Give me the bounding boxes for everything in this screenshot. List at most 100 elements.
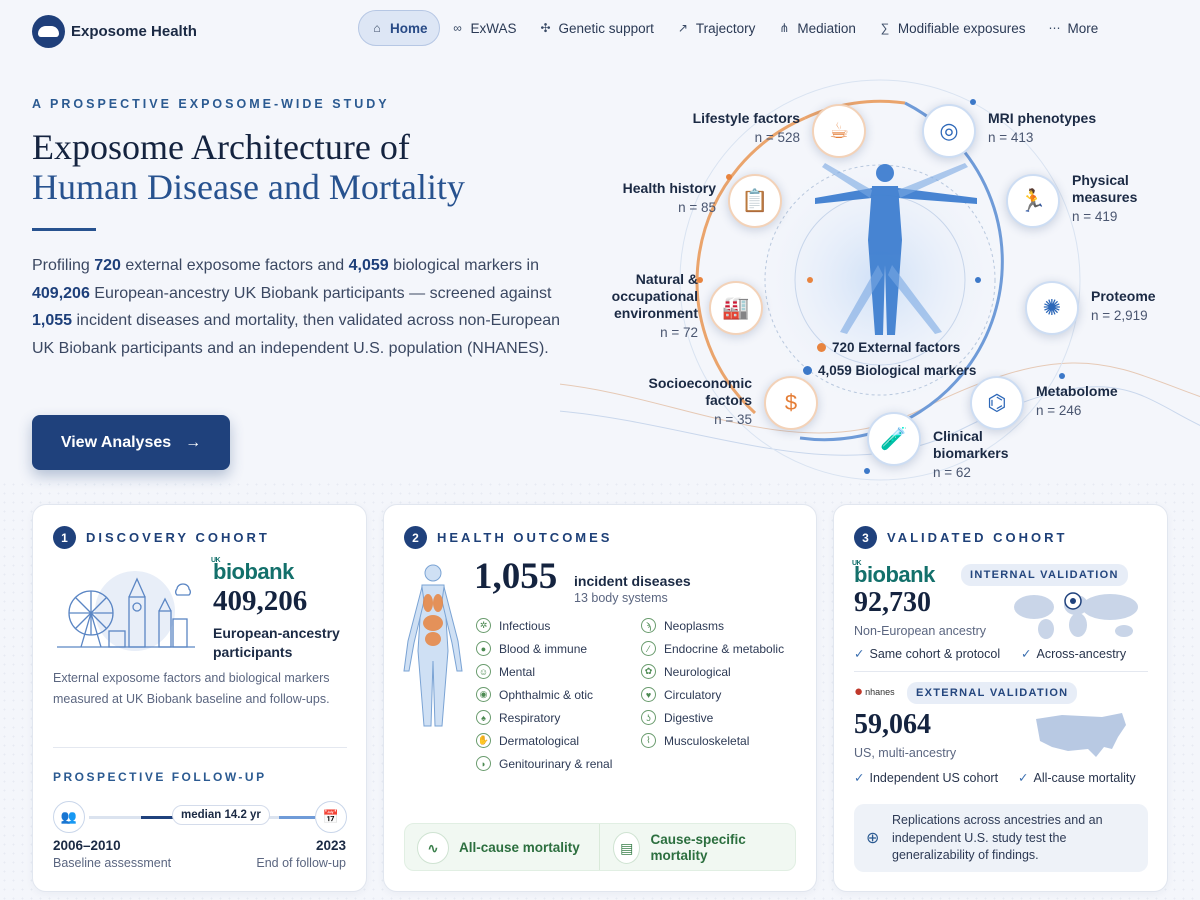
virus-icon: ✲ <box>476 618 491 633</box>
card-title: HEALTH OUTCOMES <box>437 530 613 545</box>
health-history-icon[interactable]: 📋 <box>728 174 782 228</box>
pulse-icon: ∿ <box>417 832 449 864</box>
mri-phenotypes-label: MRI phenotypes n = 413 <box>988 110 1118 146</box>
check-label: Same cohort & protocol <box>869 647 1001 661</box>
eye-icon: ◉ <box>476 687 491 702</box>
hero-eyebrow: A PROSPECTIVE EXPOSOME-WIDE STUDY <box>32 97 390 111</box>
lead-number: 409,206 <box>32 284 90 302</box>
start-year: 2006–2010 <box>53 838 121 853</box>
globe-icon: ⊕ <box>866 830 880 847</box>
nav-label: Mediation <box>797 20 856 36</box>
uk-biobank-logo: UK biobank <box>211 557 294 585</box>
nav-item-modifiable-exposures[interactable]: ∑ Modifiable exposures <box>867 10 1037 46</box>
legend-label: 720 External factors <box>832 340 961 355</box>
generalizability-note: ⊕ Replications across ancestries and an … <box>854 804 1148 872</box>
stomach-icon: ʖ <box>641 710 656 725</box>
outcomes-count-sub: 13 body systems <box>574 591 668 605</box>
lifestyle-icon[interactable]: ☕ <box>812 104 866 158</box>
node-label: MRI phenotypes <box>988 110 1097 126</box>
check-icon: ✓ <box>1021 647 1032 661</box>
node-count: n = 419 <box>1072 209 1118 224</box>
brand-logo[interactable]: Exposome Health <box>32 15 197 48</box>
view-analyses-button[interactable]: View Analyses → <box>32 415 230 470</box>
check-label: Independent US cohort <box>869 771 999 785</box>
legend-external: 720 External factors <box>817 340 960 355</box>
socioeconomic-icon[interactable]: $ <box>764 376 818 430</box>
nav-label: ExWAS <box>470 20 517 36</box>
system-label: Genitourinary & renal <box>499 756 613 771</box>
physical-measures-icon[interactable]: 🏃 <box>1006 174 1060 228</box>
lead-text: biological markers in <box>388 257 539 274</box>
node-count: n = 72 <box>660 325 698 340</box>
node-count: n = 528 <box>754 130 800 145</box>
environment-label: Natural & occupational environment n = 72 <box>588 271 698 341</box>
check-label: Across-ancestry <box>1036 647 1127 661</box>
all-cause-mortality[interactable]: ∿ All-cause mortality <box>417 832 580 864</box>
check-same-cohort: ✓ Same cohort & protocol <box>854 646 1000 661</box>
node-label: Proteome <box>1091 288 1156 304</box>
node-label: Clinical biomarkers <box>933 428 1009 461</box>
check-icon: ✓ <box>854 647 865 661</box>
hero-title-line1: Exposome Architecture of <box>32 127 410 167</box>
metabolome-icon[interactable]: ⌬ <box>970 376 1024 430</box>
nhanes-logo: ● nhanes <box>854 683 895 700</box>
cause-specific-mortality[interactable]: ▤ Cause-specific mortality <box>613 832 783 864</box>
timeline-segment <box>279 816 315 819</box>
lead-text: external exposome factors and <box>120 257 349 274</box>
kidney-icon: ◗ <box>476 756 491 771</box>
discovery-description: External exposome factors and biological… <box>53 671 330 706</box>
check-label: All-cause mortality <box>1033 771 1136 785</box>
internal-validation-pill: INTERNAL VALIDATION <box>961 564 1128 586</box>
proteome-label: Proteome n = 2,919 <box>1091 288 1191 324</box>
system-label: Digestive <box>664 710 714 725</box>
drop-icon: ● <box>476 641 491 656</box>
proteome-icon[interactable]: ✺ <box>1025 281 1079 335</box>
system-circulatory: ♥ Circulatory <box>641 687 721 702</box>
nav-item-exwas[interactable]: ∞ ExWAS <box>440 10 528 46</box>
end-label: End of follow-up <box>256 856 346 870</box>
note-text: Replications across ancestries and an in… <box>892 813 1103 862</box>
node-count: n = 413 <box>988 130 1034 145</box>
nav-item-mediation[interactable]: ⋔ Mediation <box>766 10 867 46</box>
brain-icon: ✿ <box>641 664 656 679</box>
check-across-ancestry: ✓ Across-ancestry <box>1021 646 1126 661</box>
health-history-label: Health history n = 85 <box>590 180 716 216</box>
system-label: Infectious <box>499 618 551 633</box>
divider <box>53 747 347 748</box>
mri-icon[interactable]: ◎ <box>922 104 976 158</box>
lead-text: incident diseases and mortality, then va… <box>32 312 561 357</box>
check-independent-us: ✓ Independent US cohort <box>854 770 998 785</box>
check-icon: ✓ <box>1018 771 1029 785</box>
lead-text: European-ancestry UK Biobank participant… <box>89 284 552 302</box>
system-mental: ☺ Mental <box>476 664 535 679</box>
step-badge: 1 <box>53 526 76 549</box>
physical-measures-label: Physical measures n = 419 <box>1072 172 1162 225</box>
uk-biobank-logo: UK biobank <box>852 560 935 588</box>
nav-item-more[interactable]: ⋯ More <box>1036 10 1109 46</box>
outcomes-count-label: incident diseases <box>574 573 691 589</box>
system-label: Musculoskeletal <box>664 733 750 748</box>
nav-item-trajectory[interactable]: ↗ Trajectory <box>665 10 767 46</box>
logo-text: nhanes <box>865 686 895 697</box>
brand-name: Exposome Health <box>71 23 197 40</box>
nav-label: Home <box>390 20 428 36</box>
nav-item-home[interactable]: ⌂ Home <box>358 10 440 46</box>
london-skyline-illustration <box>57 571 195 651</box>
environment-icon[interactable]: 🏭 <box>709 281 763 335</box>
clinical-biomarkers-icon[interactable]: 🧪 <box>867 412 921 466</box>
dna-icon: ✣ <box>540 21 551 35</box>
card-title: DISCOVERY COHORT <box>86 530 270 545</box>
system-ophthalmic: ◉ Ophthalmic & otic <box>476 687 593 702</box>
outcomes-count: 1,055 <box>474 556 558 597</box>
ellipsis-icon: ⋯ <box>1048 21 1061 35</box>
world-map-illustration <box>1014 592 1138 639</box>
node-count: n = 2,919 <box>1091 308 1148 323</box>
cta-label: View Analyses <box>60 433 172 451</box>
node-count: n = 35 <box>714 412 752 427</box>
nav-menu: ⌂ Home ∞ ExWAS ✣ Genetic support ↗ Trajector… <box>358 10 1109 46</box>
nav-item-genetic-support[interactable]: ✣ Genetic support <box>528 10 665 46</box>
nav-label: Modifiable exposures <box>897 20 1026 36</box>
divider <box>599 824 600 870</box>
system-neurological: ✿ Neurological <box>641 664 731 679</box>
lungs-icon: ♠ <box>476 710 491 725</box>
